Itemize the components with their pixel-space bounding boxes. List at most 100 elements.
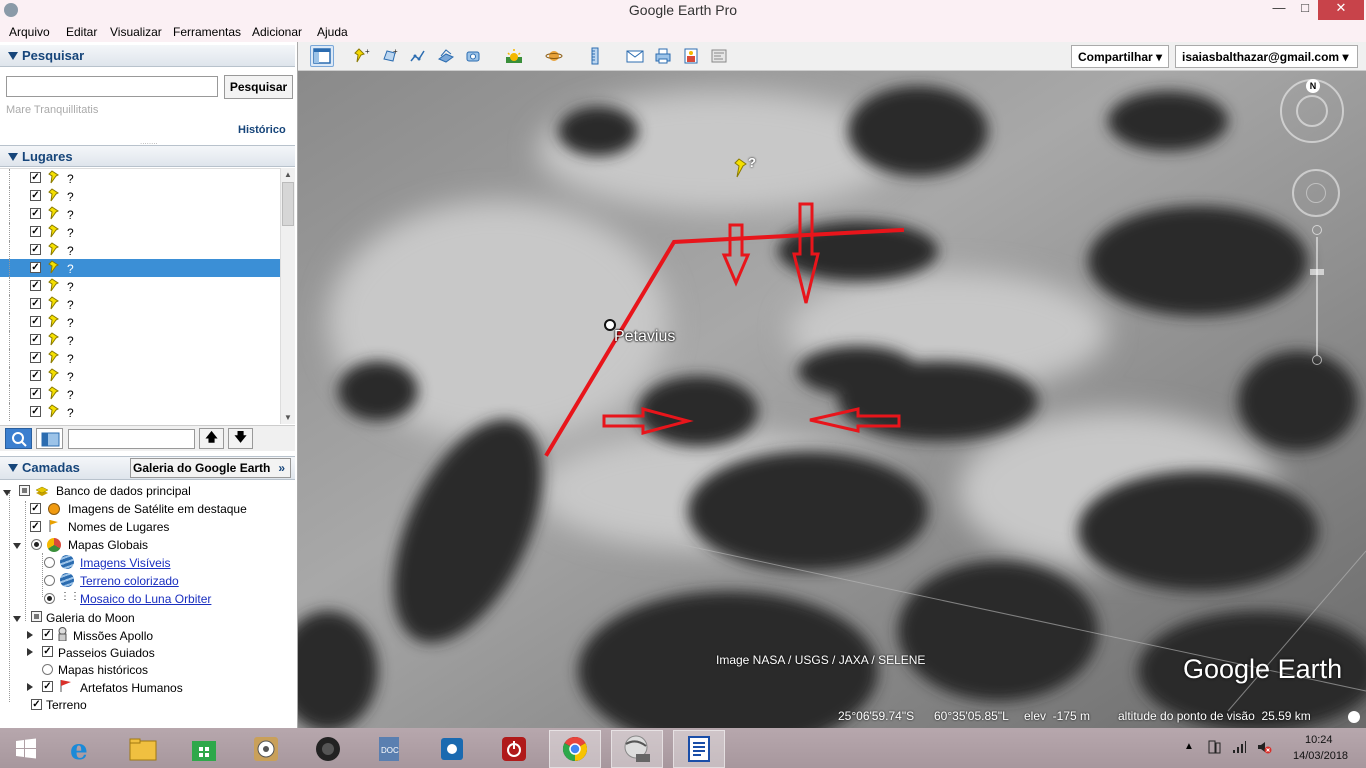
volume-muted-icon[interactable] xyxy=(1256,739,1272,755)
add-path-icon[interactable] xyxy=(406,45,430,67)
places-filter-input[interactable] xyxy=(68,429,195,449)
clock-date[interactable]: 14/03/2018 xyxy=(1293,750,1348,762)
scroll-thumb[interactable] xyxy=(282,182,294,226)
chrome-icon[interactable] xyxy=(549,730,601,768)
planets-icon[interactable] xyxy=(542,45,566,67)
placemark-pin-icon[interactable] xyxy=(734,158,748,180)
place-checkbox[interactable]: ✓ xyxy=(30,190,41,201)
compass-north[interactable]: N xyxy=(1306,79,1320,93)
add-image-overlay-icon[interactable] xyxy=(434,45,458,67)
add-placemark-icon[interactable]: + xyxy=(350,45,374,67)
app-icon-speaker[interactable] xyxy=(302,730,354,768)
print-icon[interactable] xyxy=(651,45,675,67)
layer-link[interactable]: Terreno colorizado xyxy=(80,574,179,588)
places-scrollbar[interactable]: ▲ ▼ xyxy=(280,168,295,424)
place-checkbox[interactable]: ✓ xyxy=(30,226,41,237)
place-list-item[interactable]: ✓? xyxy=(0,295,280,313)
place-checkbox[interactable]: ✓ xyxy=(30,208,41,219)
layer-link[interactable]: Imagens Visíveis xyxy=(80,556,171,570)
layer-checkbox[interactable]: ✓ xyxy=(30,521,41,532)
earth-gallery-button[interactable]: Galeria do Google Earth» xyxy=(130,458,291,478)
menu-ferramentas[interactable]: Ferramentas xyxy=(173,25,241,39)
place-list-item[interactable]: ✓? xyxy=(0,259,280,277)
scroll-down-icon[interactable]: ▼ xyxy=(284,413,292,422)
place-checkbox[interactable]: ✓ xyxy=(30,352,41,363)
place-list-item[interactable]: ✓? xyxy=(0,205,280,223)
map-view[interactable]: ? Petavius N Image NASA / USGS / JAXA / … xyxy=(298,71,1366,728)
place-checkbox[interactable]: ✓ xyxy=(30,280,41,291)
layer-checkbox[interactable]: ✓ xyxy=(42,681,53,692)
menu-editar[interactable]: Editar xyxy=(66,25,97,39)
layer-radio[interactable] xyxy=(44,557,55,568)
place-label-petavius[interactable]: Petavius xyxy=(614,328,675,346)
place-checkbox[interactable]: ✓ xyxy=(30,334,41,345)
place-list-item[interactable]: ✓? xyxy=(0,403,280,421)
scroll-up-icon[interactable]: ▲ xyxy=(284,170,292,179)
email-icon[interactable] xyxy=(623,45,647,67)
place-list-item[interactable]: ✓? xyxy=(0,223,280,241)
maximize-button[interactable]: □ xyxy=(1292,0,1318,20)
place-list-item[interactable]: ✓? xyxy=(0,277,280,295)
zoom-slider[interactable] xyxy=(1308,225,1326,367)
place-list-item[interactable]: ✓? xyxy=(0,349,280,367)
expand-toggle-icon[interactable] xyxy=(27,648,33,656)
place-list-item[interactable]: ✓? xyxy=(0,241,280,259)
app-icon-power[interactable] xyxy=(488,730,540,768)
search-section-header[interactable]: Pesquisar xyxy=(0,45,295,67)
share-dropdown[interactable]: Compartilhar ▾ xyxy=(1071,45,1169,68)
panel-toggle-icon[interactable] xyxy=(36,428,63,449)
ruler-icon[interactable] xyxy=(583,45,607,67)
start-button-icon[interactable] xyxy=(0,730,52,768)
layer-radio[interactable] xyxy=(44,593,55,604)
add-polygon-icon[interactable]: + xyxy=(378,45,402,67)
place-checkbox[interactable]: ✓ xyxy=(30,316,41,327)
history-link[interactable]: Histórico xyxy=(238,124,286,136)
layer-checkbox[interactable]: ✓ xyxy=(30,503,41,514)
menu-ajuda[interactable]: Ajuda xyxy=(317,25,348,39)
place-checkbox[interactable]: ✓ xyxy=(30,388,41,399)
layer-link[interactable]: Mosaico do Luna Orbiter xyxy=(80,592,211,606)
google-earth-pro-icon[interactable] xyxy=(611,730,663,768)
expand-toggle-icon[interactable] xyxy=(27,631,33,639)
layer-radio[interactable] xyxy=(44,575,55,586)
app-icon-doc[interactable]: DOC xyxy=(363,730,415,768)
layer-checkbox[interactable] xyxy=(19,485,30,496)
place-list-item[interactable]: ✓? xyxy=(0,367,280,385)
file-explorer-icon[interactable] xyxy=(117,730,169,768)
record-tour-icon[interactable] xyxy=(462,45,486,67)
layer-checkbox[interactable]: ✓ xyxy=(42,629,53,640)
view-in-maps-icon[interactable] xyxy=(707,45,731,67)
menu-visualizar[interactable]: Visualizar xyxy=(110,25,162,39)
minimize-button[interactable]: — xyxy=(1266,0,1292,20)
tray-device-icon[interactable] xyxy=(1206,739,1222,755)
expand-toggle-icon[interactable] xyxy=(27,683,33,691)
internet-explorer-icon[interactable]: e xyxy=(56,730,108,768)
search-input[interactable] xyxy=(6,76,218,97)
tray-up-arrow-icon[interactable]: ▲ xyxy=(1184,741,1194,752)
clock-time[interactable]: 10:24 xyxy=(1305,734,1333,746)
app-icon-disc[interactable] xyxy=(240,730,292,768)
menu-adicionar[interactable]: Adicionar xyxy=(252,25,302,39)
move-up-button[interactable]: 🡅 xyxy=(199,428,224,449)
zoom-in-icon[interactable] xyxy=(1312,225,1322,235)
layer-radio[interactable] xyxy=(42,664,53,675)
place-list-item[interactable]: ✓? xyxy=(0,187,280,205)
place-list-item[interactable]: ✓? xyxy=(0,313,280,331)
place-checkbox[interactable]: ✓ xyxy=(30,406,41,417)
expand-toggle-icon[interactable] xyxy=(13,543,21,549)
place-checkbox[interactable]: ✓ xyxy=(30,172,41,183)
app-icon-settings[interactable] xyxy=(426,730,478,768)
place-list-item[interactable]: ✓? xyxy=(0,331,280,349)
layer-checkbox[interactable] xyxy=(31,611,42,622)
search-button[interactable]: Pesquisar xyxy=(224,75,293,99)
compass-ring[interactable]: N xyxy=(1280,79,1344,143)
look-joystick[interactable] xyxy=(1292,169,1340,217)
expand-toggle-icon[interactable] xyxy=(13,616,21,622)
places-section-header[interactable]: Lugares xyxy=(0,145,295,167)
place-list-item[interactable]: ✓? xyxy=(0,169,280,187)
place-checkbox[interactable]: ✓ xyxy=(30,244,41,255)
word-document-icon[interactable] xyxy=(673,730,725,768)
place-list-item[interactable]: ✓? xyxy=(0,385,280,403)
sidebar-toggle-icon[interactable] xyxy=(310,45,334,67)
close-button[interactable]: ✕ xyxy=(1318,0,1364,20)
